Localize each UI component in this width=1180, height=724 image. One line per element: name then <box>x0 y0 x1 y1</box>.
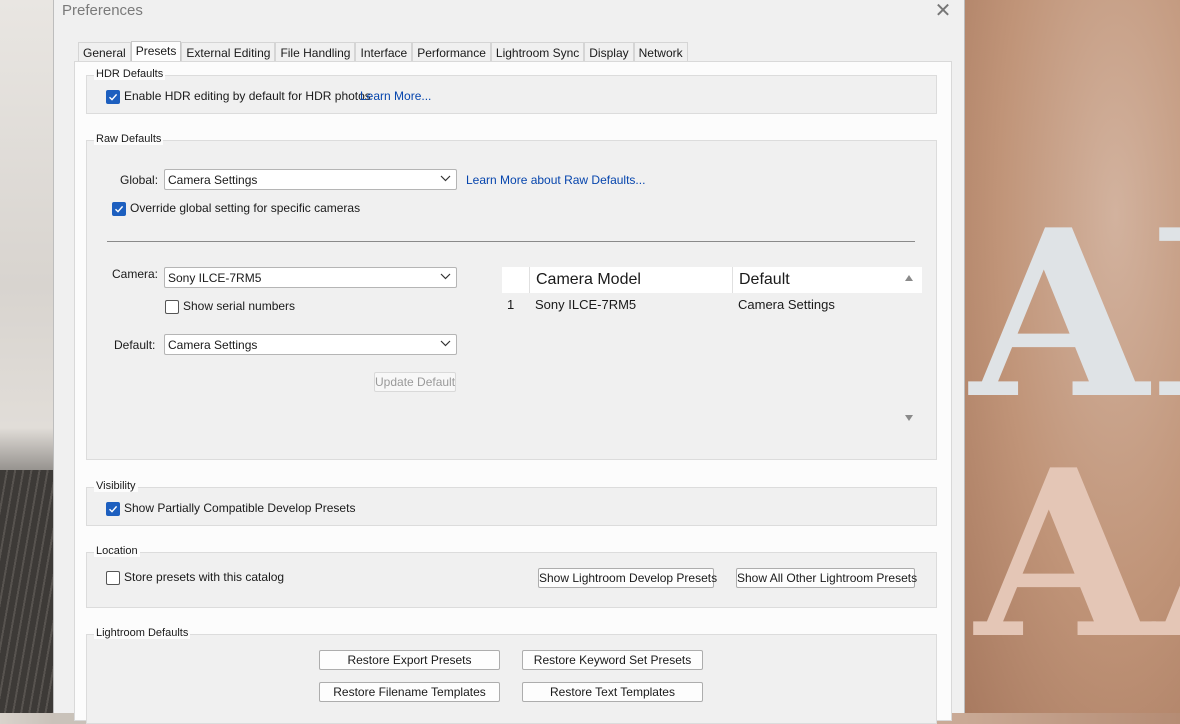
tab-network[interactable]: Network <box>633 42 688 62</box>
partially-compatible-label: Show Partially Compatible Develop Preset… <box>124 501 356 515</box>
restore-filename-templates-button[interactable]: Restore Filename Templates <box>319 682 500 702</box>
table-header-camera-model[interactable]: Camera Model <box>530 267 733 293</box>
partially-compatible-checkbox[interactable] <box>106 502 120 516</box>
update-default-button[interactable]: Update Default <box>374 372 456 392</box>
scroll-up-icon[interactable] <box>904 273 914 283</box>
global-select[interactable]: Camera Settings <box>164 169 457 190</box>
hdr-enable-checkbox[interactable] <box>106 90 120 104</box>
table-row-default[interactable]: Camera Settings <box>738 297 835 312</box>
check-icon <box>109 505 118 513</box>
tab-interface[interactable]: Interface <box>355 42 413 62</box>
background-left <box>0 0 53 713</box>
restore-export-presets-button[interactable]: Restore Export Presets <box>319 650 500 670</box>
check-icon <box>115 205 124 213</box>
serial-numbers-checkbox[interactable] <box>165 300 179 314</box>
tab-file-handling[interactable]: File Handling <box>275 42 356 62</box>
chevron-down-icon <box>440 175 451 182</box>
override-label: Override global setting for specific cam… <box>130 201 361 215</box>
background-stripe <box>0 470 53 713</box>
table-header-default[interactable]: Default <box>733 267 922 293</box>
default-label: Default: <box>114 338 156 352</box>
chevron-down-icon <box>440 340 451 347</box>
tab-external-editing[interactable]: External Editing <box>181 42 276 62</box>
location-label: Location <box>94 545 140 557</box>
hdr-defaults-label: HDR Defaults <box>94 68 166 80</box>
default-select-value: Camera Settings <box>168 338 258 352</box>
background-decor: AA <box>975 420 1180 690</box>
table-row-camera-model[interactable]: Sony ILCE-7RM5 <box>535 297 636 312</box>
global-select-value: Camera Settings <box>168 173 258 187</box>
default-select[interactable]: Camera Settings <box>164 334 457 355</box>
visibility-label: Visibility <box>94 480 138 492</box>
check-icon <box>109 93 118 101</box>
camera-select[interactable]: Sony ILCE-7RM5 <box>164 267 457 288</box>
background-decor: AL <box>970 180 1180 450</box>
store-with-catalog-label: Store presets with this catalog <box>124 570 285 584</box>
tab-display[interactable]: Display <box>584 42 634 62</box>
store-with-catalog-checkbox[interactable] <box>106 571 120 585</box>
show-develop-presets-button[interactable]: Show Lightroom Develop Presets <box>538 568 717 588</box>
restore-keyword-presets-button[interactable]: Restore Keyword Set Presets <box>522 650 703 670</box>
lightroom-defaults-label: Lightroom Defaults <box>94 627 191 639</box>
show-other-presets-button[interactable]: Show All Other Lightroom Presets <box>736 568 917 588</box>
table-row-index: 1 <box>507 297 515 312</box>
tab-bar: General Presets External Editing File Ha… <box>78 40 688 63</box>
camera-label: Camera: <box>112 267 159 281</box>
preferences-dialog: Preferences ✕ General Presets External E… <box>53 0 965 724</box>
camera-select-value: Sony ILCE-7RM5 <box>168 271 262 285</box>
chevron-down-icon <box>440 273 451 280</box>
title-bar: Preferences ✕ <box>54 0 964 26</box>
divider <box>107 241 915 242</box>
global-label: Global: <box>120 173 159 187</box>
raw-defaults-label: Raw Defaults <box>94 133 164 145</box>
window-title: Preferences <box>62 2 143 19</box>
scroll-down-icon[interactable] <box>904 413 914 423</box>
raw-defaults-learn-more-link[interactable]: Learn More about Raw Defaults... <box>466 173 645 187</box>
hdr-learn-more-link[interactable]: Learn More... <box>360 89 431 103</box>
tab-lightroom-sync[interactable]: Lightroom Sync <box>490 42 585 62</box>
serial-numbers-label: Show serial numbers <box>183 299 296 313</box>
camera-table: Camera Model Default 1 Sony ILCE-7RM5 Ca… <box>502 267 922 427</box>
restore-text-templates-button[interactable]: Restore Text Templates <box>522 682 703 702</box>
hdr-enable-label: Enable HDR editing by default for HDR ph… <box>124 89 371 103</box>
tab-general[interactable]: General <box>78 42 131 62</box>
close-button[interactable]: ✕ <box>932 1 954 22</box>
table-body <box>502 293 922 427</box>
table-header-index <box>502 267 530 293</box>
lightroom-defaults-group <box>86 634 937 724</box>
tab-performance[interactable]: Performance <box>412 42 491 62</box>
background-right: AL AA <box>965 0 1180 713</box>
tab-presets[interactable]: Presets <box>130 41 182 63</box>
override-checkbox[interactable] <box>112 202 126 216</box>
presets-panel: HDR Defaults Enable HDR editing by defau… <box>74 61 952 724</box>
